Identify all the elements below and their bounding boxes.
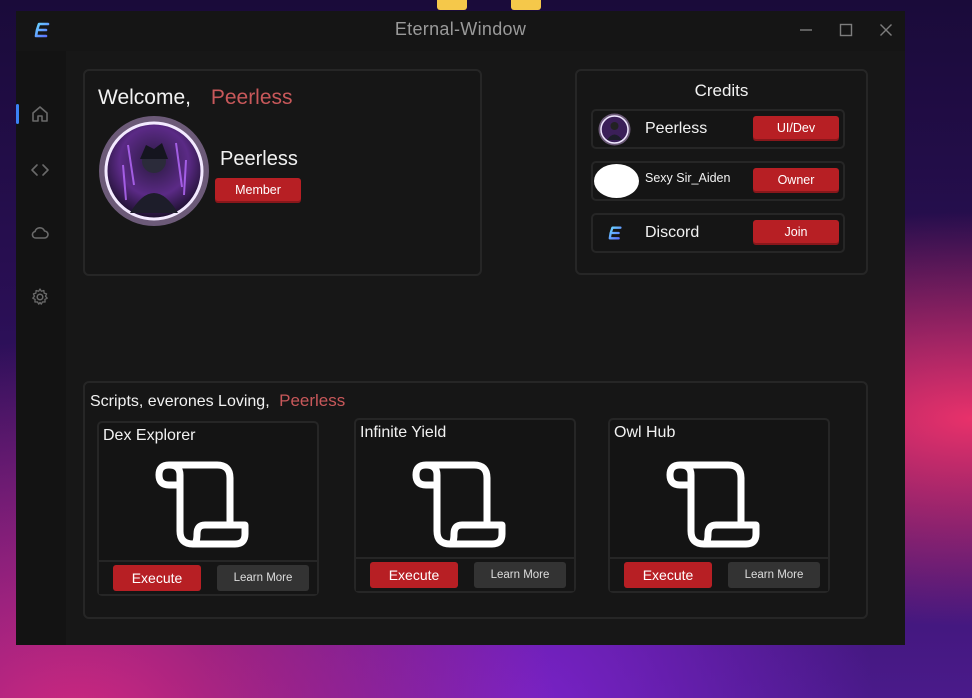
script-card-footer: Execute Learn More xyxy=(99,560,317,594)
credit-row-aiden: Sexy Sir_Aiden Owner xyxy=(591,161,845,201)
minimize-icon[interactable] xyxy=(795,19,817,41)
desktop-note-fragment xyxy=(511,0,541,10)
scripts-username: Peerless xyxy=(279,391,346,410)
maximize-icon[interactable] xyxy=(835,19,857,41)
avatar xyxy=(99,116,209,226)
script-card-footer: Execute Learn More xyxy=(610,557,828,591)
desktop-note-fragment xyxy=(437,0,467,10)
script-card-infinite-yield: Infinite Yield Execute Learn More xyxy=(354,418,576,593)
execute-button[interactable]: Execute xyxy=(624,562,712,588)
welcome-greeting: Welcome, xyxy=(98,86,191,109)
credit-name: Discord xyxy=(645,224,700,241)
scripts-heading: Scripts, everones Loving, Peerless xyxy=(90,391,345,411)
execute-button[interactable]: Execute xyxy=(370,562,458,588)
scroll-icon xyxy=(666,461,760,548)
credit-role-badge[interactable]: Owner xyxy=(753,168,839,193)
profile-name: Peerless xyxy=(220,148,298,170)
role-badge: Member xyxy=(215,178,301,203)
learn-more-button[interactable]: Learn More xyxy=(728,562,820,588)
script-card-dex-explorer: Dex Explorer Execute Learn More xyxy=(97,421,319,596)
credit-name: Peerless xyxy=(645,120,708,137)
credit-avatar xyxy=(598,113,631,146)
eternal-e-icon xyxy=(608,226,622,240)
window-title: Eternal-Window xyxy=(394,19,527,39)
welcome-panel: Welcome, Peerless Peerless Member xyxy=(83,69,482,276)
discord-join-button[interactable]: Join xyxy=(753,220,839,245)
active-nav-indicator xyxy=(16,104,19,124)
main-content: Welcome, Peerless Peerless Member Credit… xyxy=(66,51,905,645)
code-icon xyxy=(31,164,49,176)
learn-more-button[interactable]: Learn More xyxy=(217,565,309,591)
scripts-heading-text: Scripts, everones Loving, xyxy=(90,393,270,410)
welcome-heading: Welcome, Peerless xyxy=(98,86,293,110)
nav-cloud[interactable] xyxy=(28,221,52,245)
credit-row-peerless: Peerless UI/Dev xyxy=(591,109,845,149)
script-card-owl-hub: Owl Hub Execute Learn More xyxy=(608,418,830,593)
app-window: Eternal-Window Welcome, Peerless Peerles… xyxy=(16,11,905,645)
credit-row-discord: Discord Join xyxy=(591,213,845,253)
script-card-title: Infinite Yield xyxy=(360,424,447,441)
gear-icon xyxy=(32,288,48,305)
close-icon[interactable] xyxy=(875,19,897,41)
credits-panel: Credits Peerless UI/Dev Sexy Sir_Aiden O… xyxy=(575,69,868,275)
credit-role-badge[interactable]: UI/Dev xyxy=(753,116,839,141)
execute-button[interactable]: Execute xyxy=(113,565,201,591)
learn-more-button[interactable]: Learn More xyxy=(474,562,566,588)
scroll-icon xyxy=(412,461,506,548)
scripts-panel: Scripts, everones Loving, Peerless Dex E… xyxy=(83,381,868,619)
credit-name: Sexy Sir_Aiden xyxy=(645,171,731,185)
home-icon xyxy=(32,106,48,122)
script-card-title: Owl Hub xyxy=(614,424,676,441)
credits-title: Credits xyxy=(694,81,749,100)
scroll-icon xyxy=(155,461,249,548)
sidebar xyxy=(16,51,66,645)
cloud-icon xyxy=(31,227,49,239)
title-bar[interactable]: Eternal-Window xyxy=(16,11,905,51)
credit-avatar xyxy=(594,164,639,198)
script-card-footer: Execute Learn More xyxy=(356,557,574,591)
nav-settings[interactable] xyxy=(28,285,52,309)
nav-code[interactable] xyxy=(28,158,52,182)
script-card-title: Dex Explorer xyxy=(103,427,196,444)
nav-home[interactable] xyxy=(28,102,52,126)
welcome-username: Peerless xyxy=(210,86,293,109)
